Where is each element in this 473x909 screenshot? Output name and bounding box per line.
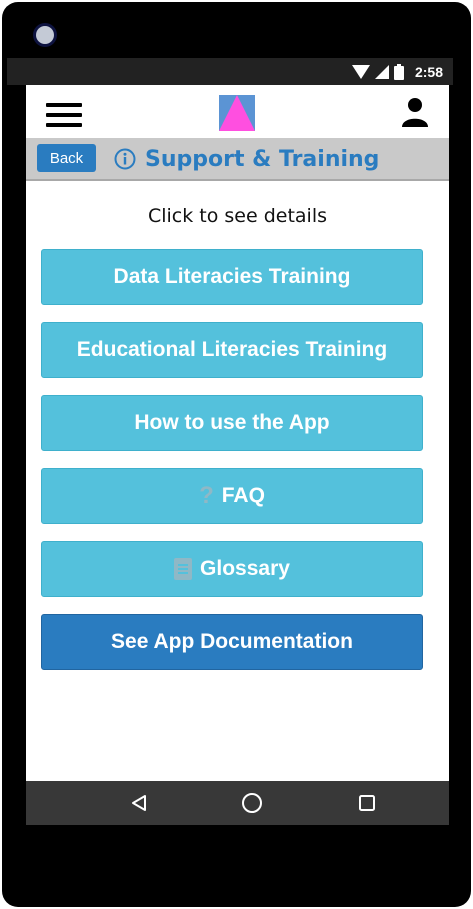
how-to-use-app-button[interactable]: How to use the App	[41, 395, 423, 451]
button-label: FAQ	[221, 484, 265, 507]
menu-icon[interactable]	[46, 103, 82, 127]
faq-button[interactable]: ? FAQ	[41, 468, 423, 524]
instruction-text: Click to see details	[147, 205, 328, 227]
glossary-button[interactable]: Glossary	[41, 541, 423, 597]
button-label: See App Documentation	[111, 630, 353, 653]
page-header: Back Support & Training	[26, 138, 449, 181]
status-time: 2:58	[414, 64, 443, 80]
title-group: Support & Training	[114, 144, 379, 174]
home-circle-icon[interactable]	[240, 791, 264, 815]
data-literacies-training-button[interactable]: Data Literacies Training	[41, 249, 423, 305]
status-bar: 2:58	[7, 58, 453, 85]
see-app-documentation-button[interactable]: See App Documentation	[41, 614, 423, 670]
button-label: Glossary	[200, 557, 290, 580]
status-icons: 2:58	[351, 62, 443, 82]
battery-icon	[393, 64, 404, 80]
cell-signal-icon	[374, 65, 389, 79]
educational-literacies-training-button[interactable]: Educational Literacies Training	[41, 322, 423, 378]
user-icon[interactable]	[401, 97, 429, 127]
app-bar	[26, 85, 449, 137]
document-icon	[174, 558, 193, 580]
question-mark-icon: ?	[199, 482, 214, 509]
android-nav-bar	[26, 781, 449, 825]
back-button[interactable]: Back	[37, 144, 96, 172]
camera-icon	[33, 23, 57, 47]
button-label: Educational Literacies Training	[76, 338, 388, 361]
app-logo	[219, 95, 255, 131]
button-label: How to use the App	[134, 411, 330, 434]
wifi-icon	[351, 65, 370, 79]
recents-square-icon[interactable]	[355, 791, 379, 815]
button-label: Data Literacies Training	[113, 265, 351, 288]
back-triangle-icon[interactable]	[127, 791, 151, 815]
app-screen: Back Support & Training Click to see det…	[26, 85, 449, 781]
page-title: Support & Training	[145, 146, 380, 172]
info-icon	[114, 148, 136, 170]
